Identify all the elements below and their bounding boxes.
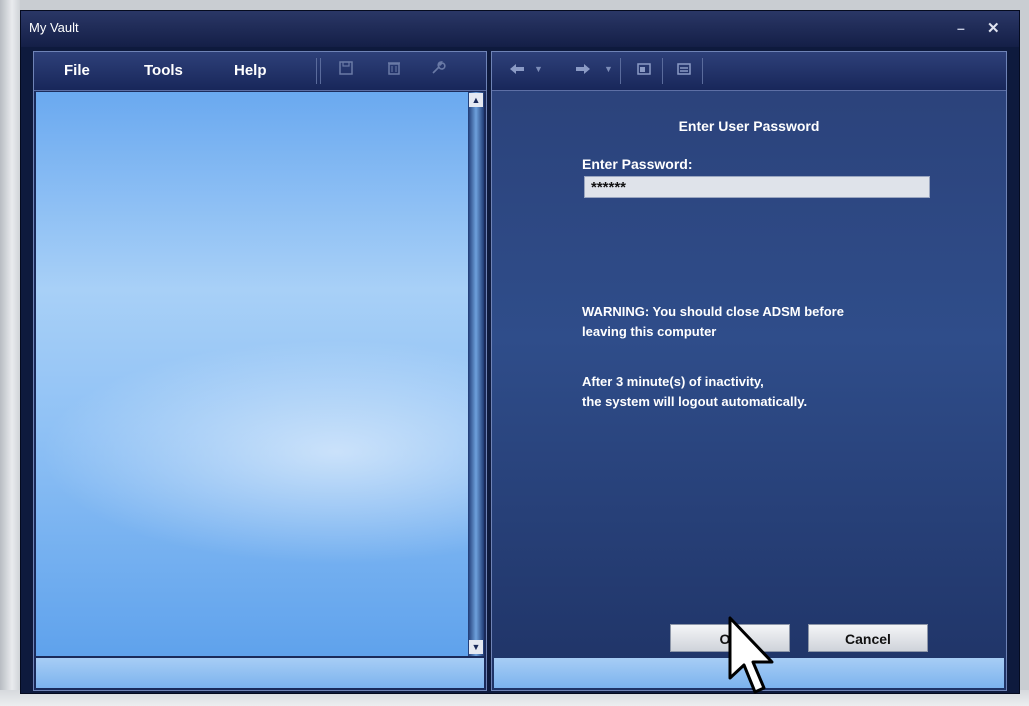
title-bar[interactable]: My Vault – ✕ [21,11,1019,47]
mouse-cursor-icon [728,616,774,694]
left-status-bar [36,658,484,688]
back-arrow-icon[interactable] [508,61,526,82]
warning-line: WARNING: You should close ADSM before [582,304,844,319]
toolbar-separator [702,58,703,84]
dialog-title: Enter User Password [678,118,820,134]
warning-line: leaving this computer [582,324,717,339]
inactivity-message: After 3 minute(s) of inactivity, the sys… [582,372,807,412]
toolbar-separator [320,58,321,84]
password-label: Enter Password: [582,156,693,172]
wrench-icon[interactable] [430,60,446,81]
delete-icon[interactable] [386,60,402,81]
scroll-up-icon[interactable]: ▲ [469,93,483,107]
scroll-down-icon[interactable]: ▼ [469,640,483,654]
left-pane: File Tools Help ▲ ▼ [33,51,487,691]
vault-window: My Vault – ✕ File Tools Help ▲ ▼ ▼ ▼ Ent… [20,10,1020,694]
desktop-background [0,0,20,706]
minimize-button[interactable]: – [957,20,965,36]
right-toolbar: ▼ ▼ [492,52,1006,91]
list-icon[interactable] [676,61,692,82]
right-pane: ▼ ▼ Enter User Password Enter Password: … [491,51,1007,691]
forward-arrow-icon[interactable] [574,61,592,82]
save-icon[interactable] [338,60,354,81]
left-toolbar: File Tools Help [34,52,486,91]
toolbar-separator [620,58,621,84]
forward-dropdown-icon[interactable]: ▼ [604,64,613,74]
menu-file[interactable]: File [64,62,90,79]
menu-tools[interactable]: Tools [144,62,183,79]
password-input[interactable] [584,176,930,198]
close-button[interactable]: ✕ [987,19,1000,37]
toolbar-separator [316,58,317,84]
cancel-button[interactable]: Cancel [808,624,928,652]
tree-view-area[interactable] [36,92,468,656]
warning-message: WARNING: You should close ADSM before le… [582,302,844,342]
window-title: My Vault [29,20,79,35]
toolbar-separator [662,58,663,84]
window-icon[interactable] [636,61,652,82]
inactivity-line: After 3 minute(s) of inactivity, [582,374,764,389]
inactivity-line: the system will logout automatically. [582,394,808,409]
back-dropdown-icon[interactable]: ▼ [534,64,543,74]
vertical-scrollbar[interactable]: ▲ ▼ [468,92,484,656]
menu-help[interactable]: Help [234,62,267,79]
